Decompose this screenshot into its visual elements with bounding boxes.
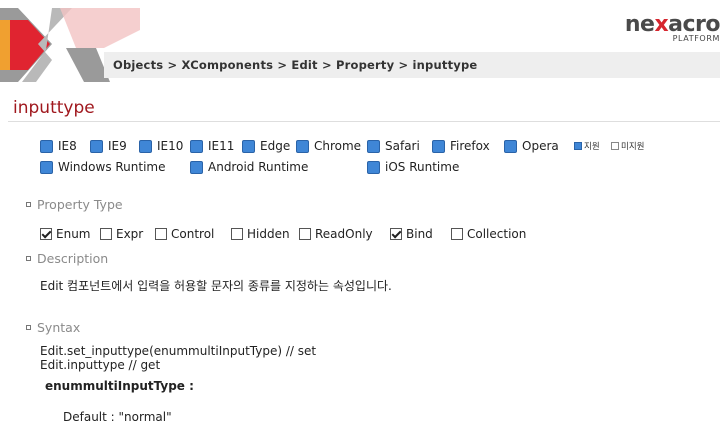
section-heading: Property Type — [37, 197, 123, 212]
env-label: IE10 — [157, 139, 184, 153]
unchecked-box-icon — [231, 228, 243, 240]
supported-check-icon — [40, 160, 53, 174]
legend-label: 지원 — [584, 142, 600, 152]
env-label: Safari — [385, 139, 420, 153]
env-label: iOS Runtime — [385, 160, 460, 174]
supported-check-icon — [504, 139, 517, 153]
section-syntax: Syntax — [26, 320, 80, 335]
breadcrumb: Objects > XComponents > Edit > Property … — [113, 58, 478, 72]
supported-check-icon — [190, 160, 203, 174]
property-type-label: Hidden — [247, 227, 290, 241]
env-label: Windows Runtime — [58, 160, 166, 174]
env-safari: Safari — [367, 139, 420, 153]
property-type-control: Control — [155, 227, 214, 241]
property-type-enum: Enum — [40, 227, 90, 241]
supported-check-icon — [367, 160, 380, 174]
syntax-param: enummultiInputType : — [45, 379, 194, 393]
supported-check-icon — [40, 139, 53, 153]
env-label: Android Runtime — [208, 160, 309, 174]
page-header: Objects > XComponents > Edit > Property … — [0, 0, 728, 82]
legend-unsupported: 미지원 — [611, 140, 644, 152]
env-ios-runtime: iOS Runtime — [367, 160, 459, 174]
supported-check-icon — [139, 139, 152, 153]
env-edge: Edge — [242, 139, 290, 153]
unchecked-box-icon — [100, 228, 112, 240]
property-type-label: Enum — [56, 227, 91, 241]
supported-check-icon — [367, 139, 380, 153]
syntax-get-line: Edit.inputtype // get — [40, 358, 161, 372]
legend-label: 미지원 — [621, 142, 645, 152]
env-ie8: IE8 — [40, 139, 77, 153]
section-heading: Description — [37, 251, 109, 266]
property-type-label: Expr — [116, 227, 144, 241]
property-type-hidden: Hidden — [231, 227, 290, 241]
supported-check-icon — [296, 139, 309, 153]
property-type-label: ReadOnly — [315, 227, 373, 241]
env-label: Chrome — [314, 139, 362, 153]
brand-name-part: ne — [624, 12, 655, 37]
env-label: Opera — [522, 139, 559, 153]
section-description: Description — [26, 251, 108, 266]
unsupported-legend-icon — [611, 142, 619, 150]
env-ie10: IE10 — [139, 139, 183, 153]
supported-check-icon — [90, 139, 103, 153]
brand-name-x: x — [654, 12, 669, 37]
checked-box-icon — [40, 228, 52, 240]
brand-logo: nexacro PLATFORM — [624, 12, 721, 43]
legend-supported: 지원 — [574, 140, 600, 152]
unchecked-box-icon — [299, 228, 311, 240]
env-chrome: Chrome — [296, 139, 361, 153]
env-ie9: IE9 — [90, 139, 127, 153]
env-opera: Opera — [504, 139, 559, 153]
section-bullet-icon — [26, 325, 31, 330]
env-label: IE9 — [108, 139, 127, 153]
env-windows-runtime: Windows Runtime — [40, 160, 166, 174]
env-ie11: IE11 — [190, 139, 234, 153]
property-type-collection: Collection — [451, 227, 526, 241]
title-divider — [8, 121, 720, 122]
syntax-default: Default : "normal" — [63, 410, 172, 424]
section-property-type: Property Type — [26, 197, 123, 212]
env-android-runtime: Android Runtime — [190, 160, 308, 174]
supported-check-icon — [432, 139, 445, 153]
supported-check-icon — [190, 139, 203, 153]
property-type-label: Collection — [467, 227, 527, 241]
property-type-expr: Expr — [100, 227, 143, 241]
description-text: Edit 컴포넌트에서 입력을 허용할 문자의 종류를 지정하는 속성입니다. — [40, 279, 392, 293]
env-label: Edge — [260, 139, 291, 153]
checked-box-icon — [390, 228, 402, 240]
section-heading: Syntax — [37, 320, 81, 335]
env-label: IE8 — [58, 139, 77, 153]
env-firefox: Firefox — [432, 139, 490, 153]
property-type-bind: Bind — [390, 227, 433, 241]
supported-check-icon — [242, 139, 255, 153]
property-type-label: Bind — [406, 227, 433, 241]
env-label: IE11 — [208, 139, 235, 153]
property-type-label: Control — [171, 227, 215, 241]
unchecked-box-icon — [155, 228, 167, 240]
supported-legend-icon — [574, 142, 582, 150]
syntax-set-line: Edit.set_inputtype(enummultiInputType) /… — [40, 344, 317, 358]
env-label: Firefox — [450, 139, 490, 153]
page-title: inputtype — [13, 98, 95, 118]
section-bullet-icon — [26, 202, 31, 207]
section-bullet-icon — [26, 256, 31, 261]
unchecked-box-icon — [451, 228, 463, 240]
property-type-readonly: ReadOnly — [299, 227, 373, 241]
